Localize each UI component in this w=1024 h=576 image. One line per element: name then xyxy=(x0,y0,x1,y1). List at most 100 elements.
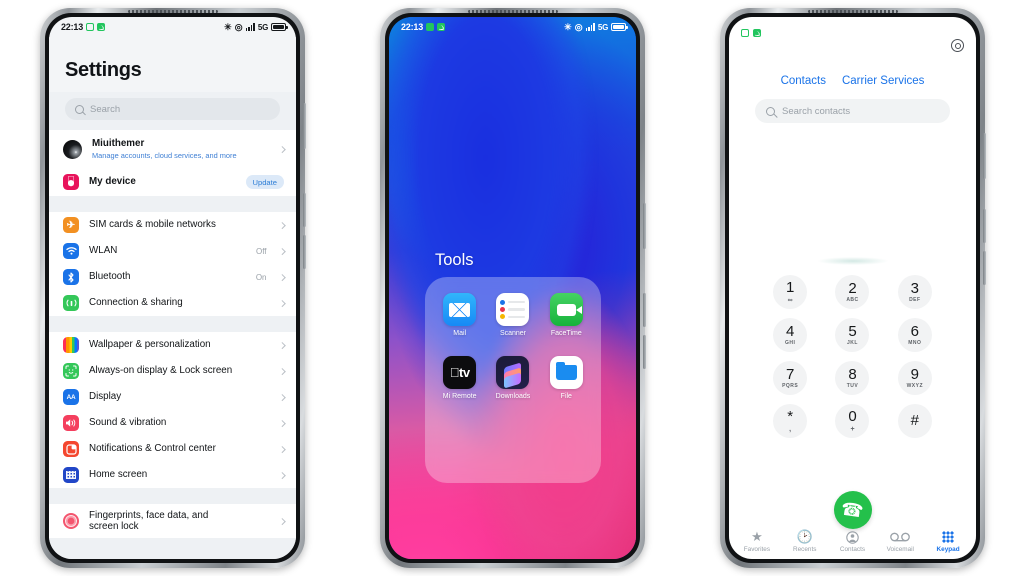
nav-label: Recents xyxy=(792,546,817,553)
key-5[interactable]: 5 JKL xyxy=(835,318,870,352)
key-sub: + xyxy=(850,425,855,433)
dnd-icon: ◎ xyxy=(234,21,243,32)
sidebar-item-sim-cards[interactable]: SIM cards & mobile networks xyxy=(49,212,296,238)
app-label: File xyxy=(560,393,572,401)
home-screen-phone: 22:13 ✳ ◎ 5G Tools Mail Scanner FaceTime… xyxy=(380,8,646,568)
connection-sharing-icon xyxy=(63,295,79,311)
phone1-screen: 22:13 ✳ ◎ 5G Settings Search Miuithemer … xyxy=(49,17,296,559)
app-facetime[interactable]: FaceTime xyxy=(540,293,592,338)
sidebar-item-wlan[interactable]: WLAN Off xyxy=(49,238,296,264)
facetime-icon xyxy=(549,293,583,326)
file-manager-icon xyxy=(549,356,583,390)
my-device-label: My device xyxy=(89,176,136,188)
page-title: Settings xyxy=(65,59,142,81)
tab-contacts[interactable]: Contacts xyxy=(781,75,826,87)
phone3-bezel: Contacts Carrier Services Search contact… xyxy=(725,10,986,563)
person-icon xyxy=(846,530,859,544)
key-7[interactable]: 7 PQRS xyxy=(773,361,808,395)
row-label: Always-on display & Lock screen xyxy=(89,365,233,377)
chevron-right-icon xyxy=(278,517,285,525)
nav-voicemail[interactable]: Voicemail xyxy=(876,530,924,553)
keypad-icon xyxy=(942,530,955,544)
app-file[interactable]: File xyxy=(540,356,592,401)
message-icon xyxy=(741,29,749,37)
sidebar-item-fingerprints[interactable]: Fingerprints, face data, and screen lock xyxy=(49,504,296,538)
search-input[interactable]: Search xyxy=(65,98,280,120)
chevron-right-icon xyxy=(278,247,285,255)
key-6[interactable]: 6 MNO xyxy=(897,318,932,352)
account-name: Miuithemer xyxy=(92,138,145,150)
gear-icon[interactable] xyxy=(951,39,964,52)
sidebar-item-sound[interactable]: Sound & vibration xyxy=(49,410,296,436)
key-0[interactable]: 0 + xyxy=(835,404,870,438)
app-label: FaceTime xyxy=(550,330,582,337)
earpiece-grille xyxy=(807,10,898,13)
bluetooth-icon: ✳ xyxy=(564,21,572,32)
call-icon xyxy=(753,29,761,37)
row-label: Wallpaper & personalization xyxy=(89,339,211,351)
row-label: Display xyxy=(89,391,122,403)
status-bar-right: ✳ ◎ 5G xyxy=(224,21,288,33)
sidebar-item-display[interactable]: Display xyxy=(49,384,296,410)
nav-recents[interactable]: 🕑 Recents xyxy=(781,529,829,553)
dialer-header: Contacts Carrier Services Search contact… xyxy=(729,17,976,123)
bottom-nav: ★ Favorites 🕑 Recents Contacts Voicemail… xyxy=(729,529,976,555)
account-group: Miuithemer Manage accounts, cloud servic… xyxy=(49,130,296,196)
call-button[interactable]: ☎ xyxy=(833,491,872,529)
key-hash[interactable]: # xyxy=(897,404,932,438)
phone2-bezel: 22:13 ✳ ◎ 5G Tools Mail Scanner FaceTime… xyxy=(385,10,646,563)
app-folder[interactable]: Mail Scanner FaceTime tv Mi Remote Downl… xyxy=(425,277,601,483)
power-button xyxy=(983,133,986,179)
key-number: 5 xyxy=(848,323,857,341)
key-sub: JKL xyxy=(847,339,858,346)
earpiece-grille xyxy=(467,10,558,13)
nav-favorites[interactable]: ★ Favorites xyxy=(733,529,781,553)
search-placeholder: Search contacts xyxy=(782,105,851,117)
app-label: Mail xyxy=(453,330,467,337)
settings-content: Settings Search Miuithemer Manage accoun… xyxy=(49,37,296,559)
sidebar-item-wallpaper[interactable]: Wallpaper & personalization xyxy=(49,332,296,358)
chevron-right-icon xyxy=(278,299,285,307)
key-star[interactable]: *, xyxy=(773,404,808,438)
tab-carrier-services[interactable]: Carrier Services xyxy=(842,75,924,87)
app-downloads[interactable]: Downloads xyxy=(487,356,539,401)
mail-icon xyxy=(443,293,477,326)
app-mail[interactable]: Mail xyxy=(434,293,486,338)
key-number: 3 xyxy=(910,280,919,298)
key-9[interactable]: 9 WXYZ xyxy=(897,361,932,395)
key-2[interactable]: 2 ABC xyxy=(835,275,870,309)
nav-keypad[interactable]: Keypad xyxy=(924,530,972,553)
key-sub: DEF xyxy=(909,296,921,303)
my-device-row[interactable]:  My device Update xyxy=(49,168,296,196)
sidebar-item-connection-sharing[interactable]: Connection & sharing xyxy=(49,290,296,316)
dnd-icon: ◎ xyxy=(574,21,583,32)
sidebar-item-home-screen[interactable]: Home screen xyxy=(49,462,296,488)
volume-down-button xyxy=(983,251,986,285)
key-8[interactable]: 8 TUV xyxy=(835,361,870,395)
key-3[interactable]: 3 DEF xyxy=(897,275,932,309)
app-scanner[interactable]: Scanner xyxy=(487,293,539,338)
nav-contacts[interactable]: Contacts xyxy=(829,530,877,553)
signal-icon xyxy=(245,23,255,31)
search-icon xyxy=(75,104,84,114)
account-row[interactable]: Miuithemer Manage accounts, cloud servic… xyxy=(49,130,296,168)
update-badge[interactable]: Update xyxy=(245,175,284,189)
notifications-icon xyxy=(63,441,79,457)
network-type: 5G xyxy=(597,22,608,32)
sidebar-item-notifications[interactable]: Notifications & Control center xyxy=(49,436,296,462)
key-number: 9 xyxy=(910,366,919,384)
screenshot-canvas: 22:13 ✳ ◎ 5G Settings Search Miuithemer … xyxy=(0,0,1024,576)
app-mi-remote[interactable]: tv Mi Remote xyxy=(434,356,486,401)
settings-scroll-area[interactable]: Search Miuithemer Manage accounts, cloud… xyxy=(49,92,296,559)
nav-label: Keypad xyxy=(936,546,960,553)
key-1[interactable]: 1 ∞ xyxy=(773,275,808,309)
face-unlock-icon xyxy=(63,363,79,379)
sidebar-item-always-on-display[interactable]: Always-on display & Lock screen xyxy=(49,358,296,384)
nav-label: Voicemail xyxy=(886,546,914,553)
key-number: 2 xyxy=(848,280,857,298)
sidebar-item-bluetooth[interactable]: Bluetooth On xyxy=(49,264,296,290)
search-icon xyxy=(766,106,775,116)
row-label: WLAN xyxy=(89,245,118,257)
search-contacts-input[interactable]: Search contacts xyxy=(755,99,950,123)
key-4[interactable]: 4 GHI xyxy=(773,318,808,352)
